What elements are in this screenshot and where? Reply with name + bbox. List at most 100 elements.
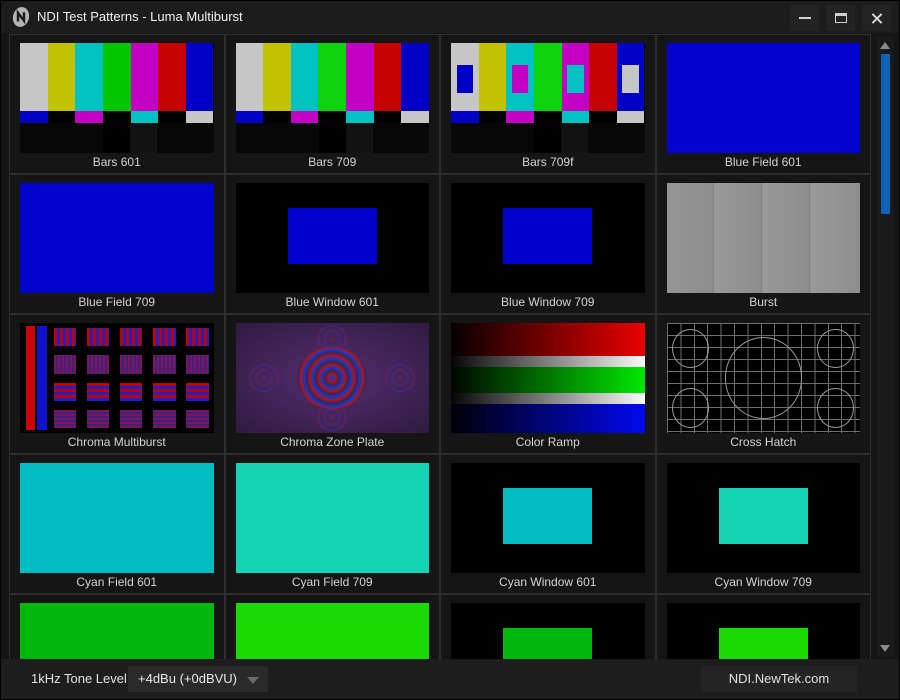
pattern-art <box>451 356 645 367</box>
pattern-art <box>672 329 709 369</box>
pattern-art <box>153 355 175 373</box>
tile-greenwindow709[interactable] <box>656 594 872 661</box>
test-pattern-grid: Bars 601Bars 709Bars 709fBlue Field 601B… <box>9 34 871 661</box>
tile-greenfield601[interactable] <box>9 594 225 661</box>
tile-chroma-zone-plate[interactable]: Chroma Zone Plate <box>225 314 441 454</box>
pattern-thumbnail <box>451 463 645 573</box>
pattern-art <box>236 463 430 573</box>
tile-cyan-window-601[interactable]: Cyan Window 601 <box>440 454 656 594</box>
pattern-thumbnail <box>451 323 645 433</box>
pattern-art <box>534 111 562 123</box>
close-icon <box>870 12 883 25</box>
pattern-art <box>236 603 430 661</box>
pattern-art <box>534 43 562 111</box>
scrollbar[interactable] <box>877 37 894 657</box>
pattern-thumbnail <box>667 183 861 293</box>
tile-bars-601[interactable]: Bars 601 <box>9 34 225 174</box>
pattern-art <box>719 488 808 544</box>
pattern-art <box>451 111 479 123</box>
pattern-art <box>817 388 854 428</box>
tile-blue-window-601[interactable]: Blue Window 601 <box>225 174 441 314</box>
pattern-thumbnail <box>236 183 430 293</box>
pattern-art <box>158 111 186 123</box>
pattern-art <box>346 43 374 111</box>
scrollbar-thumb[interactable] <box>881 54 890 214</box>
pattern-thumbnail <box>20 43 214 153</box>
tile-label: Burst <box>657 294 871 311</box>
tile-label: Cross Hatch <box>657 434 871 451</box>
scroll-down-arrow-icon[interactable] <box>880 645 890 652</box>
pattern-art <box>236 43 264 111</box>
tile-label: Cyan Field 709 <box>226 574 440 591</box>
tile-bars-709f[interactable]: Bars 709f <box>440 34 656 174</box>
pattern-art <box>318 43 346 111</box>
pattern-art <box>451 367 645 393</box>
pattern-art <box>120 328 142 346</box>
pattern-art <box>589 111 617 123</box>
tile-label: Cyan Field 601 <box>10 574 224 591</box>
pattern-art <box>263 43 291 111</box>
tile-blue-window-709[interactable]: Blue Window 709 <box>440 174 656 314</box>
tile-cyan-field-709[interactable]: Cyan Field 709 <box>225 454 441 594</box>
pattern-art <box>103 123 130 153</box>
pattern-art <box>120 410 142 428</box>
pattern-art <box>346 123 373 153</box>
tile-label: Bars 601 <box>10 154 224 171</box>
pattern-art <box>130 123 157 153</box>
close-button[interactable] <box>862 5 891 31</box>
pattern-art <box>186 383 208 401</box>
pattern-thumbnail <box>667 43 861 153</box>
tile-cross-hatch[interactable]: Cross Hatch <box>656 314 872 454</box>
pattern-art <box>503 488 592 544</box>
tile-chroma-multiburst[interactable]: Chroma Multiburst <box>9 314 225 454</box>
pattern-art <box>725 337 802 418</box>
pattern-art <box>451 43 645 111</box>
tile-greenfield709[interactable] <box>225 594 441 661</box>
pattern-art <box>236 123 430 153</box>
title-bar[interactable]: NDI Test Patterns - Luma Multiburst <box>1 1 899 33</box>
tone-level-dropdown[interactable]: +4dBu (+0dBVU) <box>128 666 268 692</box>
pattern-art <box>20 43 214 111</box>
pattern-art <box>103 111 131 123</box>
pattern-art <box>236 111 430 123</box>
pattern-thumbnail <box>667 323 861 433</box>
tile-blue-field-601[interactable]: Blue Field 601 <box>656 34 872 174</box>
pattern-thumbnail <box>236 463 430 573</box>
footer-bar: 1kHz Tone Level +4dBu (+0dBVU) NDI.NewTe… <box>1 659 899 699</box>
pattern-thumbnail <box>236 323 430 433</box>
tile-burst[interactable]: Burst <box>656 174 872 314</box>
minimize-button[interactable] <box>790 5 819 31</box>
tile-greenwindow601[interactable] <box>440 594 656 661</box>
pattern-art <box>48 43 76 111</box>
pattern-art <box>451 323 645 356</box>
maximize-button[interactable] <box>826 5 855 31</box>
pattern-thumbnail <box>451 603 645 661</box>
tile-cyan-window-709[interactable]: Cyan Window 709 <box>656 454 872 594</box>
pattern-art <box>153 383 175 401</box>
tile-bars-709[interactable]: Bars 709 <box>225 34 441 174</box>
pattern-art <box>87 410 109 428</box>
scroll-up-arrow-icon[interactable] <box>880 42 890 49</box>
pattern-art <box>288 208 377 264</box>
pattern-art <box>534 123 561 153</box>
pattern-art <box>817 329 854 369</box>
pattern-thumbnail <box>236 43 430 153</box>
pattern-art <box>503 628 592 661</box>
ndi-website-link[interactable]: NDI.NewTek.com <box>701 666 857 692</box>
pattern-art <box>318 111 346 123</box>
pattern-art <box>26 326 36 429</box>
app-window: NDI Test Patterns - Luma Multiburst Bars… <box>0 0 900 700</box>
pattern-art <box>20 111 214 123</box>
tile-cyan-field-601[interactable]: Cyan Field 601 <box>9 454 225 594</box>
pattern-art <box>158 43 186 111</box>
pattern-art <box>131 111 159 123</box>
pattern-art <box>479 43 507 111</box>
pattern-art <box>20 183 214 293</box>
tile-blue-field-709[interactable]: Blue Field 709 <box>9 174 225 314</box>
tile-color-ramp[interactable]: Color Ramp <box>440 314 656 454</box>
tile-label: Blue Window 601 <box>226 294 440 311</box>
pattern-art <box>48 111 76 123</box>
pattern-art <box>451 323 645 433</box>
pattern-art <box>512 65 529 93</box>
tile-label: Cyan Window 601 <box>441 574 655 591</box>
